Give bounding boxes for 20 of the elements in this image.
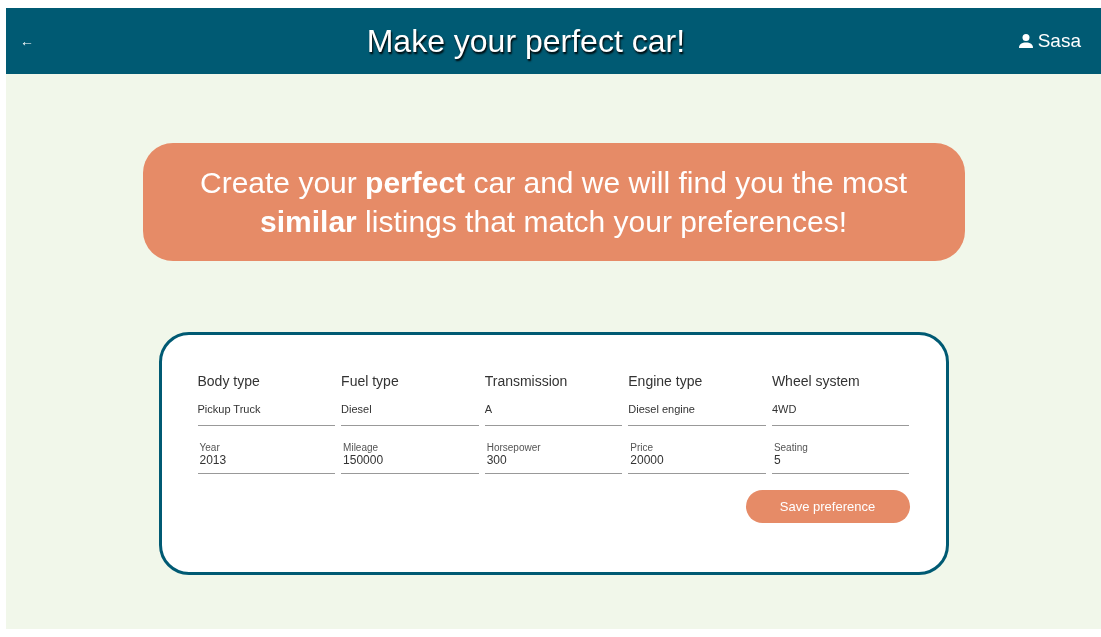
select-field[interactable]: Diesel xyxy=(341,399,479,426)
field-label: Wheel system xyxy=(771,373,861,389)
field-label: Body type xyxy=(197,373,261,389)
field-label: Fuel type xyxy=(341,373,400,389)
input-field[interactable]: Price 20000 xyxy=(628,442,766,474)
person-icon xyxy=(1017,33,1034,49)
select-field[interactable]: A xyxy=(484,399,623,426)
input-field[interactable]: Mileage 150000 xyxy=(341,442,479,474)
back-button[interactable]: ← xyxy=(20,33,34,49)
field-label: Engine type xyxy=(628,373,704,389)
user-button[interactable]: Sasa xyxy=(1017,30,1081,52)
input-field[interactable]: Horsepower 300 xyxy=(484,442,623,474)
banner-text: Create your perfect car and we will find you the most similar listings that match your preferences! xyxy=(142,143,965,261)
select-field[interactable]: 4WD xyxy=(771,399,910,426)
input-field[interactable]: Seating 5 xyxy=(771,442,910,474)
select-field[interactable]: Diesel engine xyxy=(628,399,766,426)
page-title: Make your perfect car! xyxy=(366,22,685,60)
input-field[interactable]: Year 2013 xyxy=(197,442,336,474)
field-label: Transmission xyxy=(484,373,569,389)
select-field[interactable]: Pickup Truck xyxy=(197,399,336,426)
